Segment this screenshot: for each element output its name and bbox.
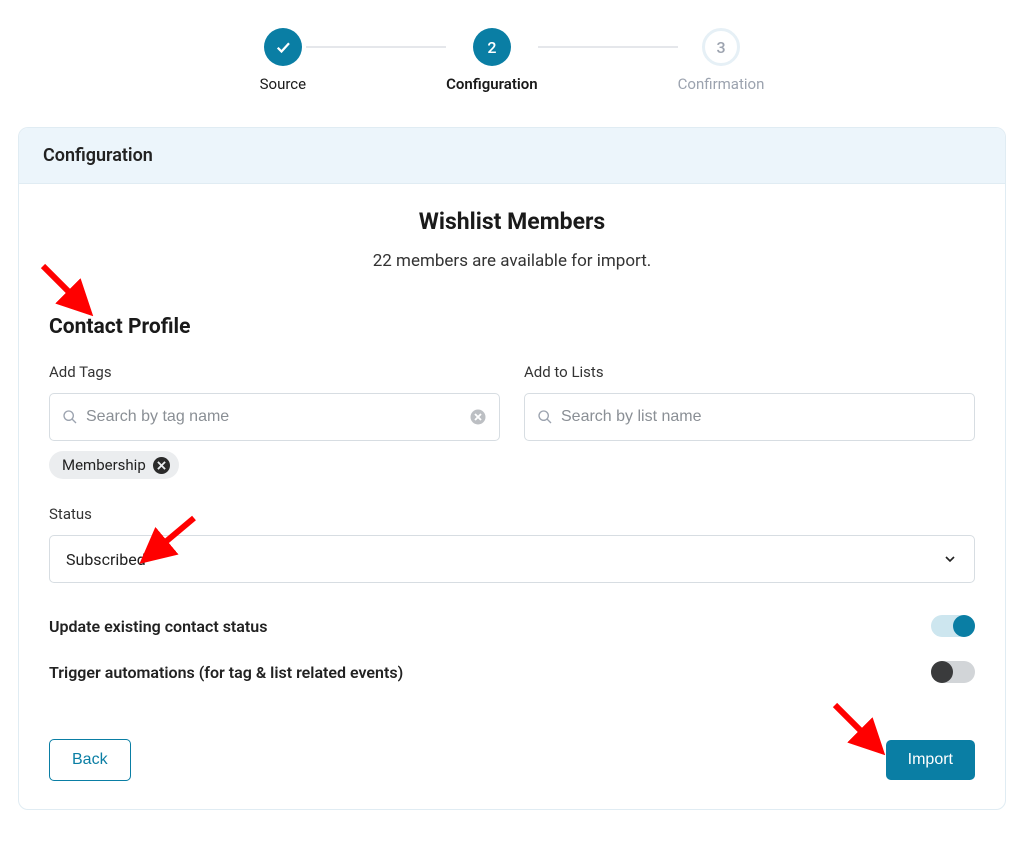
trigger-automations-toggle[interactable] [931, 661, 975, 683]
chevron-down-icon [942, 551, 958, 567]
contact-profile-heading: Contact Profile [49, 315, 975, 339]
card-header: Configuration [19, 128, 1005, 184]
add-tags-label: Add Tags [49, 363, 500, 381]
list-search-field[interactable] [524, 393, 975, 441]
tag-chip-membership: Membership [49, 451, 179, 479]
step-source[interactable]: Source [260, 28, 306, 93]
search-icon [62, 409, 78, 425]
wishlist-title: Wishlist Members [49, 208, 975, 235]
tag-search-input[interactable] [86, 408, 469, 426]
import-button[interactable]: Import [886, 740, 975, 780]
configuration-card: Configuration Wishlist Members 22 member… [18, 127, 1006, 810]
update-status-row: Update existing contact status [49, 605, 975, 647]
step-label: Source [260, 75, 306, 93]
remove-tag-icon[interactable] [153, 457, 170, 474]
back-button[interactable]: Back [49, 739, 131, 781]
step-connector [306, 46, 446, 48]
status-block: Status Subscribed [49, 505, 975, 583]
update-status-label: Update existing contact status [49, 617, 267, 636]
step-label: Confirmation [678, 75, 765, 93]
update-status-toggle[interactable] [931, 615, 975, 637]
step-number: 3 [702, 28, 740, 66]
add-lists-label: Add to Lists [524, 363, 975, 381]
list-search-input[interactable] [561, 408, 962, 426]
add-lists-column: Add to Lists [524, 363, 975, 479]
status-label: Status [49, 505, 975, 523]
search-icon [537, 409, 553, 425]
tag-search-field[interactable] [49, 393, 500, 441]
check-icon [264, 28, 302, 66]
clear-icon[interactable] [469, 408, 487, 426]
step-label: Configuration [446, 75, 538, 93]
status-select[interactable]: Subscribed [49, 535, 975, 583]
tag-chip-label: Membership [62, 456, 146, 474]
step-confirmation: 3 Confirmation [678, 28, 765, 93]
step-configuration[interactable]: 2 Configuration [446, 28, 538, 93]
status-value: Subscribed [66, 550, 942, 569]
trigger-automations-label: Trigger automations (for tag & list rela… [49, 663, 403, 682]
trigger-automations-row: Trigger automations (for tag & list rela… [49, 651, 975, 693]
step-number: 2 [473, 28, 511, 66]
actions-row: Back Import [49, 739, 975, 781]
wishlist-subtitle: 22 members are available for import. [49, 251, 975, 271]
card-body: Wishlist Members 22 members are availabl… [19, 184, 1005, 809]
add-tags-column: Add Tags Membership [49, 363, 500, 479]
step-connector [538, 46, 678, 48]
stepper: Source 2 Configuration 3 Confirmation [18, 28, 1006, 93]
